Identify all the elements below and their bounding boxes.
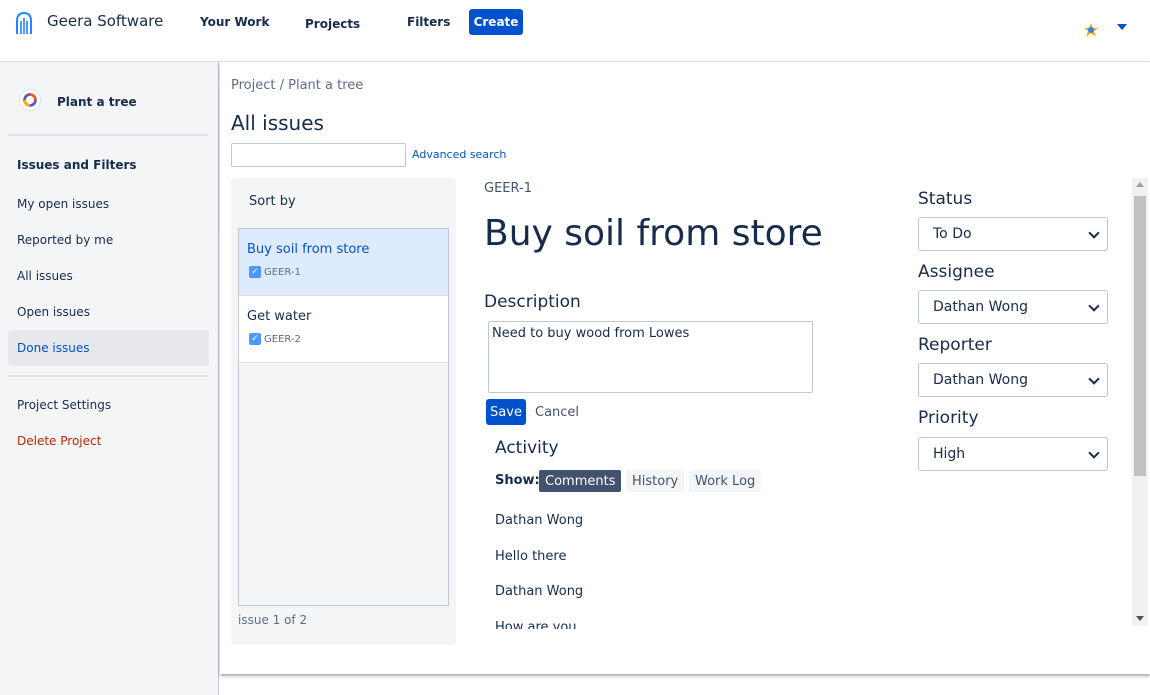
- sidebar-project-name: Plant a tree: [57, 95, 137, 109]
- account-dropdown-icon[interactable]: [1117, 24, 1127, 30]
- priority-value: High: [933, 446, 966, 462]
- project-avatar-icon: [19, 89, 41, 111]
- status-label: Status: [918, 189, 973, 209]
- task-checkbox-icon: ✓: [249, 266, 261, 278]
- sidebar: Plant a tree Issues and Filters My open …: [0, 62, 219, 695]
- page-title: All issues: [231, 111, 324, 135]
- sidebar-item-my-open-issues[interactable]: My open issues: [8, 186, 209, 222]
- breadcrumb[interactable]: Project / Plant a tree: [231, 78, 363, 93]
- priority-label: Priority: [918, 408, 979, 428]
- cancel-button[interactable]: Cancel: [535, 405, 579, 420]
- activity-heading: Activity: [495, 438, 559, 458]
- nav-projects[interactable]: Projects: [305, 17, 360, 31]
- assignee-value: Dathan Wong: [933, 299, 1028, 315]
- priority-select[interactable]: High: [918, 437, 1108, 471]
- main-content: Project / Plant a tree All issues Advanc…: [220, 62, 1150, 674]
- task-checkbox-icon: ✓: [249, 333, 261, 345]
- status-value: To Do: [933, 226, 972, 242]
- sort-by-dropdown[interactable]: Sort by: [249, 194, 296, 209]
- issue-key: GEER-1: [484, 181, 532, 196]
- assignee-select[interactable]: Dathan Wong: [918, 290, 1108, 324]
- description-label: Description: [484, 292, 581, 312]
- sidebar-divider: [8, 134, 208, 136]
- tab-work-log[interactable]: Work Log: [689, 470, 762, 492]
- scroll-up-icon[interactable]: [1136, 182, 1144, 187]
- search-input[interactable]: [231, 143, 406, 167]
- sidebar-item-all-issues[interactable]: All issues: [8, 258, 209, 294]
- issue-card[interactable]: Get water ✓ GEER-2: [239, 296, 448, 363]
- sidebar-item-open-issues[interactable]: Open issues: [8, 294, 209, 330]
- save-button[interactable]: Save: [486, 399, 526, 425]
- reporter-select[interactable]: Dathan Wong: [918, 363, 1108, 397]
- comment-clip: How are you: [484, 617, 1084, 629]
- chevron-down-icon: [1088, 447, 1100, 459]
- issue-title[interactable]: Buy soil from store: [484, 213, 823, 254]
- sidebar-item-project-settings[interactable]: Project Settings: [8, 387, 209, 423]
- advanced-search-link[interactable]: Advanced search: [412, 148, 506, 161]
- nav-filters[interactable]: Filters: [407, 15, 450, 29]
- issue-list-panel: Sort by Buy soil from store ✓ GEER-1 Get…: [231, 178, 456, 645]
- assignee-label: Assignee: [918, 262, 995, 282]
- geera-logo-icon[interactable]: [16, 12, 32, 34]
- status-select[interactable]: To Do: [918, 217, 1108, 251]
- scroll-down-icon[interactable]: [1136, 616, 1144, 621]
- issue-card-key: GEER-1: [264, 266, 301, 278]
- nav-your-work[interactable]: Your Work: [200, 15, 269, 29]
- sidebar-item-done-issues[interactable]: Done issues: [8, 330, 209, 366]
- scroll-thumb[interactable]: [1134, 196, 1146, 476]
- comment-author: Dathan Wong: [495, 584, 584, 599]
- chevron-down-icon: [1088, 227, 1100, 239]
- issue-list: Buy soil from store ✓ GEER-1 Get water ✓…: [238, 228, 449, 606]
- issue-card-title: Get water: [247, 309, 312, 324]
- issue-pager: issue 1 of 2: [238, 613, 308, 627]
- tab-comments[interactable]: Comments: [539, 470, 622, 492]
- sidebar-divider: [8, 375, 208, 377]
- brand-name[interactable]: Geera Software: [47, 12, 163, 30]
- create-button[interactable]: Create: [469, 9, 523, 35]
- detail-scrollbar[interactable]: [1132, 178, 1148, 626]
- reporter-label: Reporter: [918, 335, 992, 355]
- show-label: Show:: [495, 473, 540, 488]
- sidebar-section-heading: Issues and Filters: [17, 158, 137, 172]
- tab-history[interactable]: History: [626, 470, 685, 492]
- comment-body: How are you: [495, 620, 577, 629]
- user-avatar-icon[interactable]: [1083, 22, 1099, 38]
- comment-author: Dathan Wong: [495, 513, 584, 528]
- sidebar-item-reported-by-me[interactable]: Reported by me: [8, 222, 209, 258]
- issue-card[interactable]: Buy soil from store ✓ GEER-1: [239, 229, 448, 296]
- reporter-value: Dathan Wong: [933, 372, 1028, 388]
- description-field[interactable]: [488, 321, 813, 393]
- comment-body: Hello there: [495, 549, 567, 564]
- chevron-down-icon: [1088, 300, 1100, 312]
- issue-card-title: Buy soil from store: [247, 242, 370, 257]
- sidebar-item-delete-project[interactable]: Delete Project: [8, 423, 209, 459]
- issue-card-key: GEER-2: [264, 333, 301, 345]
- chevron-down-icon: [1088, 373, 1100, 385]
- top-navbar: Geera Software Your Work Projects Filter…: [0, 0, 1150, 62]
